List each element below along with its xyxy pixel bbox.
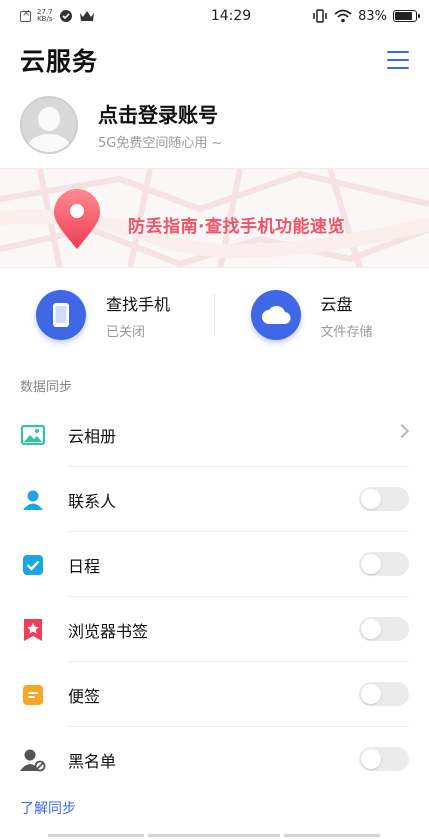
note-icon xyxy=(20,682,46,708)
menu-line xyxy=(387,51,409,53)
bottom-nav-hint xyxy=(0,834,429,839)
blacklist-sync-toggle[interactable] xyxy=(359,747,409,771)
location-pin-icon xyxy=(54,189,100,249)
contacts-sync-toggle[interactable] xyxy=(359,487,409,511)
status-right: 83% xyxy=(312,8,420,24)
battery-percent: 83% xyxy=(358,8,387,24)
bookmark-icon xyxy=(20,617,46,643)
account-text: 点击登录账号 5G免费空间随心用 ~ xyxy=(98,99,222,151)
cloud-icon xyxy=(250,290,301,340)
battery-icon xyxy=(393,10,420,22)
toggle-knob xyxy=(361,489,381,509)
cloud-drive-title: 云盘 xyxy=(320,294,353,314)
nav-hint-segment xyxy=(148,834,280,837)
sync-item-blacklist[interactable]: 黑名单 xyxy=(0,727,429,792)
avatar-head xyxy=(38,107,60,131)
album-icon xyxy=(20,422,46,448)
vibrate-icon xyxy=(313,9,327,23)
clock: 14:29 xyxy=(210,8,252,24)
cloud-drive-subtitle: 文件存储 xyxy=(320,324,373,340)
blacklist-icon xyxy=(20,747,46,773)
calendar-check-icon xyxy=(20,552,46,578)
menu-line xyxy=(387,67,409,69)
anti-loss-guide-banner[interactable]: 防丢指南·查找手机功能速览 xyxy=(0,168,429,268)
status-left: 27.7 KB/s xyxy=(20,8,170,23)
sync-item-cloud-album[interactable]: 云相册 xyxy=(0,402,429,467)
learn-sync-link[interactable]: 了解同步 xyxy=(20,798,76,818)
notification-icon xyxy=(20,8,31,22)
status-bar: 27.7 KB/s 14:29 83% xyxy=(0,0,429,32)
phone-icon xyxy=(36,290,86,340)
shield-check-icon xyxy=(59,10,72,22)
find-phone-title: 查找手机 xyxy=(106,294,171,314)
find-phone-text: 查找手机 已关闭 xyxy=(106,291,170,340)
menu-line xyxy=(387,59,409,61)
sync-list: 云相册 联系人 日程 浏览器书签 便签 黑名单 xyxy=(0,402,429,792)
quick-actions: 查找手机 已关闭 云盘 文件存储 xyxy=(0,282,429,348)
page-title: 云服务 xyxy=(20,47,99,76)
cloud-drive-card[interactable]: 云盘 文件存储 xyxy=(215,282,429,348)
sync-item-contacts[interactable]: 联系人 xyxy=(0,467,429,532)
sync-item-label: 云相册 xyxy=(68,426,117,446)
nav-hint-segment xyxy=(48,834,144,837)
toggle-knob xyxy=(361,619,381,639)
sync-item-notes[interactable]: 便签 xyxy=(0,662,429,727)
login-subtitle: 5G免费空间随心用 ~ xyxy=(98,136,223,151)
toggle-knob xyxy=(361,749,381,769)
wifi-icon xyxy=(334,9,352,23)
net-speed-unit: KB/s xyxy=(37,15,53,23)
toggle-knob xyxy=(361,684,381,704)
avatar-body xyxy=(27,134,71,152)
find-phone-card[interactable]: 查找手机 已关闭 xyxy=(0,282,215,348)
find-phone-status: 已关闭 xyxy=(106,324,146,340)
toggle-knob xyxy=(361,554,381,574)
login-account-row[interactable]: 点击登录账号 5G免费空间随心用 ~ xyxy=(0,94,429,156)
banner-text: 防丢指南·查找手机功能速览 xyxy=(128,217,345,237)
avatar[interactable] xyxy=(20,96,78,154)
header: 云服务 xyxy=(0,40,429,80)
nav-hint-segment xyxy=(284,834,380,837)
calendar-sync-toggle[interactable] xyxy=(359,552,409,576)
net-speed: 27.7 KB/s xyxy=(37,9,53,23)
section-label-data-sync: 数据同步 xyxy=(20,380,73,395)
battery-fill xyxy=(395,12,412,20)
cloud-drive-text: 云盘 文件存储 xyxy=(321,291,373,340)
login-title: 点击登录账号 xyxy=(98,103,218,127)
divider xyxy=(214,294,215,336)
contact-icon xyxy=(20,487,46,513)
sync-item-browser-bookmarks[interactable]: 浏览器书签 xyxy=(0,597,429,662)
crown-icon xyxy=(79,11,94,21)
bookmarks-sync-toggle[interactable] xyxy=(359,617,409,641)
notes-sync-toggle[interactable] xyxy=(359,682,409,706)
list-menu-icon[interactable] xyxy=(383,49,409,71)
sync-item-calendar[interactable]: 日程 xyxy=(0,532,429,597)
